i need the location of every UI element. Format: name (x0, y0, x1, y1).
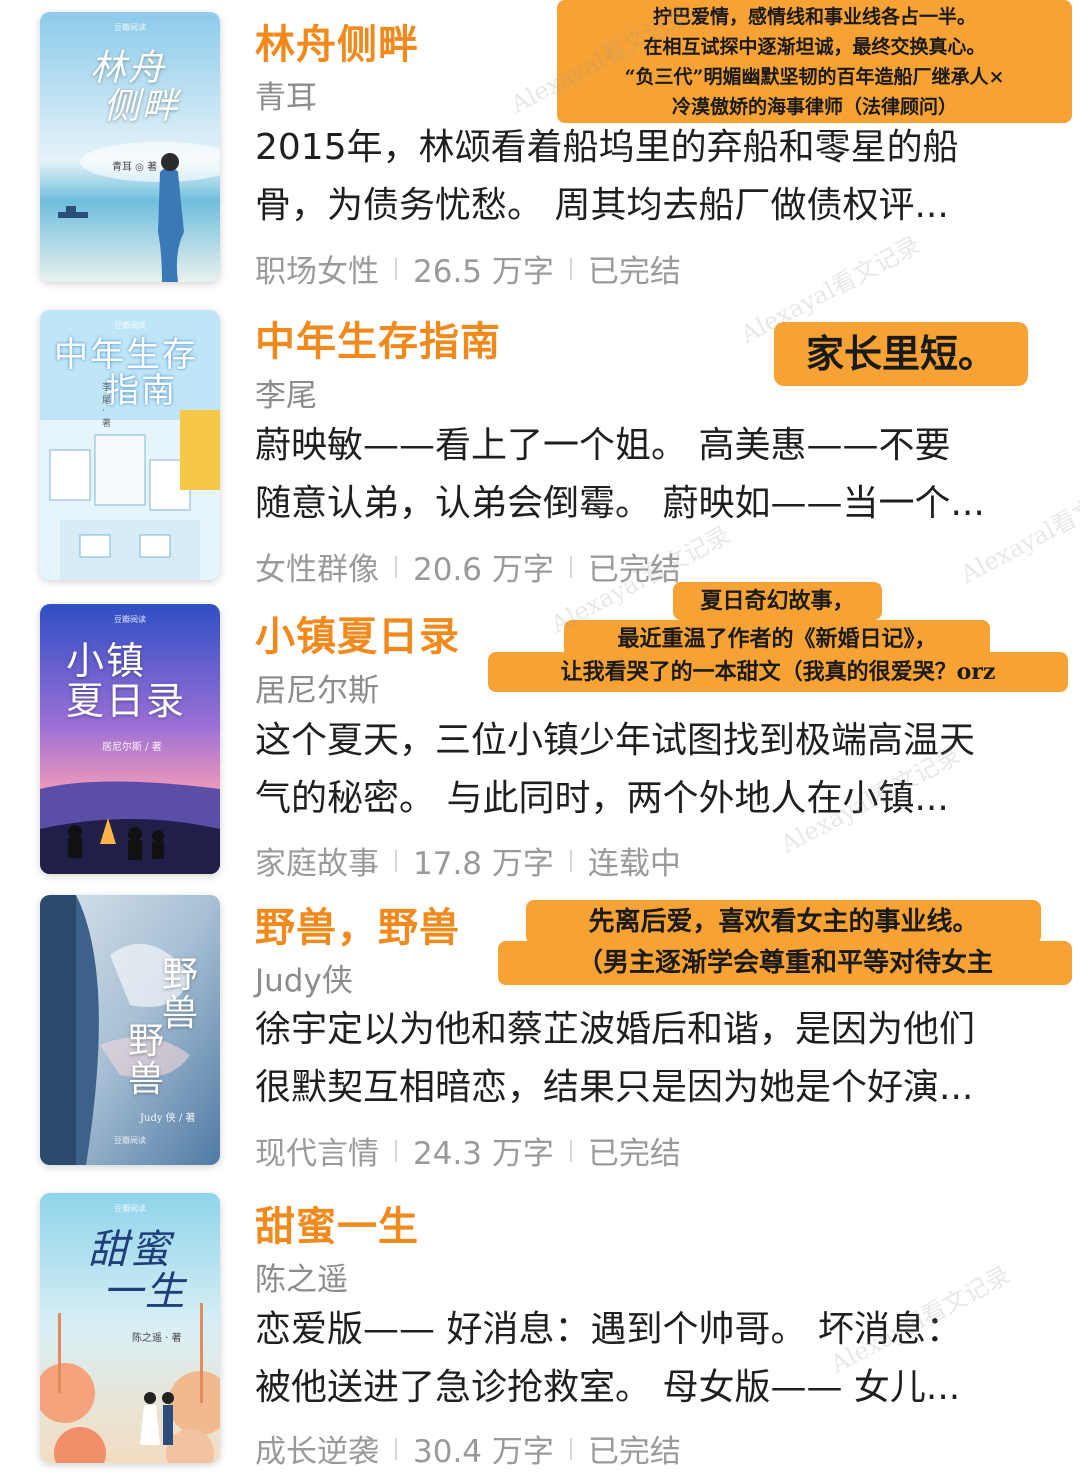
note-line: 让我看哭了的一本甜文（我真的很爱哭？orz (560, 659, 996, 685)
book-meta: 女性群像 20.6 万字 已完结 (255, 544, 681, 589)
word-count: 20.6 万字 (413, 552, 554, 588)
divider (569, 555, 572, 578)
divider (395, 257, 397, 280)
book-item[interactable]: 豆瓣阅读 林舟 侧畔 青耳 ◎ 著 林舟侧畔 青耳 2015年，林颂看着船坞里的… (0, 0, 1080, 295)
description-line: 这个夏天，三位小镇少年试图找到极端高温天 (255, 720, 976, 761)
note-line: 拧巴爱情，感情线和事业线各占一半。 (652, 6, 976, 28)
cover-subtitle: 野兽 (128, 1021, 167, 1100)
description-line: 徐宇定以为他和蔡芷波婚后和谐，是因为他们 (255, 1009, 976, 1050)
note-line: “负三代”明媚幽默坚韧的百年造船厂继承人× (624, 66, 1005, 88)
divider (569, 1437, 572, 1460)
book-author[interactable]: 居尼尔斯 (255, 665, 379, 710)
book-description: 蔚映敏——看上了一个姐。 高美惠——不要 随意认弟，认弟会倒霉。 蔚映如——当一… (255, 417, 1045, 533)
annotation-note: 家长里短。 (774, 322, 1028, 386)
note-line: 在相互试探中逐渐坦诚，最终交换真心。 (643, 36, 986, 58)
book-author[interactable]: Judy侠 (255, 955, 353, 1000)
book-cover[interactable]: 豆瓣阅读 林舟 侧畔 青耳 ◎ 著 (40, 12, 220, 282)
divider (569, 1139, 572, 1162)
cover-title: 林舟 侧畔 (90, 48, 180, 127)
description-line: 很默契互相暗恋，结果只是因为她是个好演... (255, 1067, 974, 1108)
description-line: 被他送进了急诊抢救室。 母女版—— 女儿... (255, 1367, 961, 1408)
cover-title: 小镇 夏日录 (66, 639, 187, 723)
book-title[interactable]: 野兽，野兽 (255, 895, 460, 953)
book-item[interactable]: 豆瓣阅读 甜蜜 一生 陈之遥 · 著 甜蜜一生 陈之遥 恋爱版—— 好消息：遇到… (0, 1180, 1080, 1475)
description-line: 2015年，林颂看着船坞里的弃船和零星的船 (255, 127, 959, 168)
cover-logo: 豆瓣阅读 (114, 321, 146, 330)
word-count: 17.8 万字 (413, 846, 554, 882)
status-badge: 连载中 (587, 846, 681, 882)
book-author[interactable]: 青耳 (255, 72, 317, 117)
annotation-note: 让我看哭了的一本甜文（我真的很爱哭？orz (488, 652, 1068, 692)
book-cover[interactable]: 豆瓣阅读 中年生存 指南 李尾 · 著 (40, 310, 220, 580)
note-line: （男主逐渐学会尊重和平等对待女主 (576, 948, 993, 978)
status-badge: 已完结 (587, 1434, 681, 1470)
book-description: 这个夏天，三位小镇少年试图找到极端高温天 气的秘密。 与此同时，两个外地人在小镇… (255, 712, 1045, 828)
status-badge: 已完结 (587, 552, 681, 588)
status-badge: 已完结 (587, 254, 681, 290)
word-count: 24.3 万字 (413, 1136, 554, 1172)
divider (395, 1437, 397, 1460)
cover-title: 野兽 (162, 955, 201, 1034)
book-item[interactable]: 豆瓣阅读 野兽 野兽 Judy 侠 / 著 野兽，野兽 Judy侠 徐宇定以为他… (0, 885, 1080, 1180)
book-title[interactable]: 中年生存指南 (255, 309, 501, 367)
genre-tag[interactable]: 职场女性 (255, 246, 379, 291)
cover-author: 陈之遥 · 著 (132, 1333, 182, 1344)
annotation-note: 拧巴爱情，感情线和事业线各占一半。 在相互试探中逐渐坦诚，最终交换真心。 “负三… (557, 0, 1072, 123)
book-cover[interactable]: 豆瓣阅读 野兽 野兽 Judy 侠 / 著 (40, 895, 220, 1165)
annotation-note: 先离后爱，喜欢看女主的事业线。 (526, 900, 1041, 944)
cover-title: 中年生存 指南 (54, 335, 198, 411)
book-description: 2015年，林颂看着船坞里的弃船和零星的船 骨，为债务忧愁。 周其均去船厂做债权… (255, 119, 1045, 235)
book-meta: 职场女性 26.5 万字 已完结 (255, 246, 681, 291)
book-item[interactable]: 豆瓣阅读 中年生存 指南 李尾 · 著 中年生存指南 李尾 蔚映敏——看上了一个… (0, 295, 1080, 590)
book-description: 恋爱版—— 好消息：遇到个帅哥。 坏消息： 被他送进了急诊抢救室。 母女版—— … (255, 1301, 1045, 1417)
book-author[interactable]: 陈之遥 (255, 1254, 348, 1299)
note-line: 冷漠傲娇的海事律师（法律顾问） (671, 96, 957, 118)
word-count: 26.5 万字 (413, 254, 554, 290)
note-line: 先离后爱，喜欢看女主的事业线。 (588, 907, 979, 937)
book-title[interactable]: 林舟侧畔 (255, 12, 419, 70)
annotation-note: （男主逐渐学会尊重和平等对待女主 (498, 941, 1072, 985)
cover-logo: 豆瓣阅读 (114, 23, 146, 32)
cover-author: 李尾 · 著 (102, 383, 112, 429)
divider (569, 257, 572, 280)
divider (395, 1139, 397, 1162)
book-cover[interactable]: 豆瓣阅读 小镇 夏日录 居尼尔斯 / 著 (40, 604, 220, 874)
note-line: 夏日奇幻故事， (700, 588, 855, 614)
book-title[interactable]: 甜蜜一生 (255, 1194, 419, 1252)
cover-author: Judy 侠 / 著 (140, 1113, 196, 1124)
book-author[interactable]: 李尾 (255, 370, 317, 415)
divider (395, 555, 397, 578)
book-meta: 成长逆袭 30.4 万字 已完结 (255, 1426, 681, 1471)
book-title[interactable]: 小镇夏日录 (255, 604, 460, 662)
description-line: 随意认弟，认弟会倒霉。 蔚映如——当一个... (255, 483, 985, 524)
description-line: 骨，为债务忧愁。 周其均去船厂做债权评... (255, 185, 949, 226)
book-cover[interactable]: 豆瓣阅读 甜蜜 一生 陈之遥 · 著 (40, 1193, 220, 1463)
divider (395, 849, 397, 872)
annotation-note: 夏日奇幻故事， (673, 582, 882, 620)
cover-author: 青耳 ◎ 著 (112, 162, 158, 173)
cover-logo: 豆瓣阅读 (114, 1136, 146, 1145)
cover-title: 甜蜜 一生 (88, 1227, 187, 1315)
genre-tag[interactable]: 成长逆袭 (255, 1426, 379, 1471)
genre-tag[interactable]: 家庭故事 (255, 838, 379, 883)
book-item[interactable]: 豆瓣阅读 小镇 夏日录 居尼尔斯 / 著 小镇夏日录 居尼尔斯 这个夏天，三位小镇… (0, 582, 1080, 885)
genre-tag[interactable]: 女性群像 (255, 544, 379, 589)
description-line: 恋爱版—— 好消息：遇到个帅哥。 坏消息： (255, 1309, 962, 1350)
description-line: 蔚映敏——看上了一个姐。 高美惠——不要 (255, 425, 951, 466)
book-description: 徐宇定以为他和蔡芷波婚后和谐，是因为他们 很默契互相暗恋，结果只是因为她是个好演… (255, 1001, 1045, 1117)
word-count: 30.4 万字 (413, 1434, 554, 1470)
genre-tag[interactable]: 现代言情 (255, 1128, 379, 1173)
divider (569, 849, 572, 872)
book-meta: 现代言情 24.3 万字 已完结 (255, 1128, 681, 1173)
cover-logo: 豆瓣阅读 (114, 1204, 146, 1213)
note-line: 家长里短。 (805, 331, 996, 376)
cover-author: 居尼尔斯 / 著 (102, 742, 162, 753)
book-meta: 家庭故事 17.8 万字 连载中 (255, 838, 681, 883)
description-line: 气的秘密。 与此同时，两个外地人在小镇... (255, 778, 949, 819)
status-badge: 已完结 (587, 1136, 681, 1172)
cover-logo: 豆瓣阅读 (114, 615, 146, 624)
